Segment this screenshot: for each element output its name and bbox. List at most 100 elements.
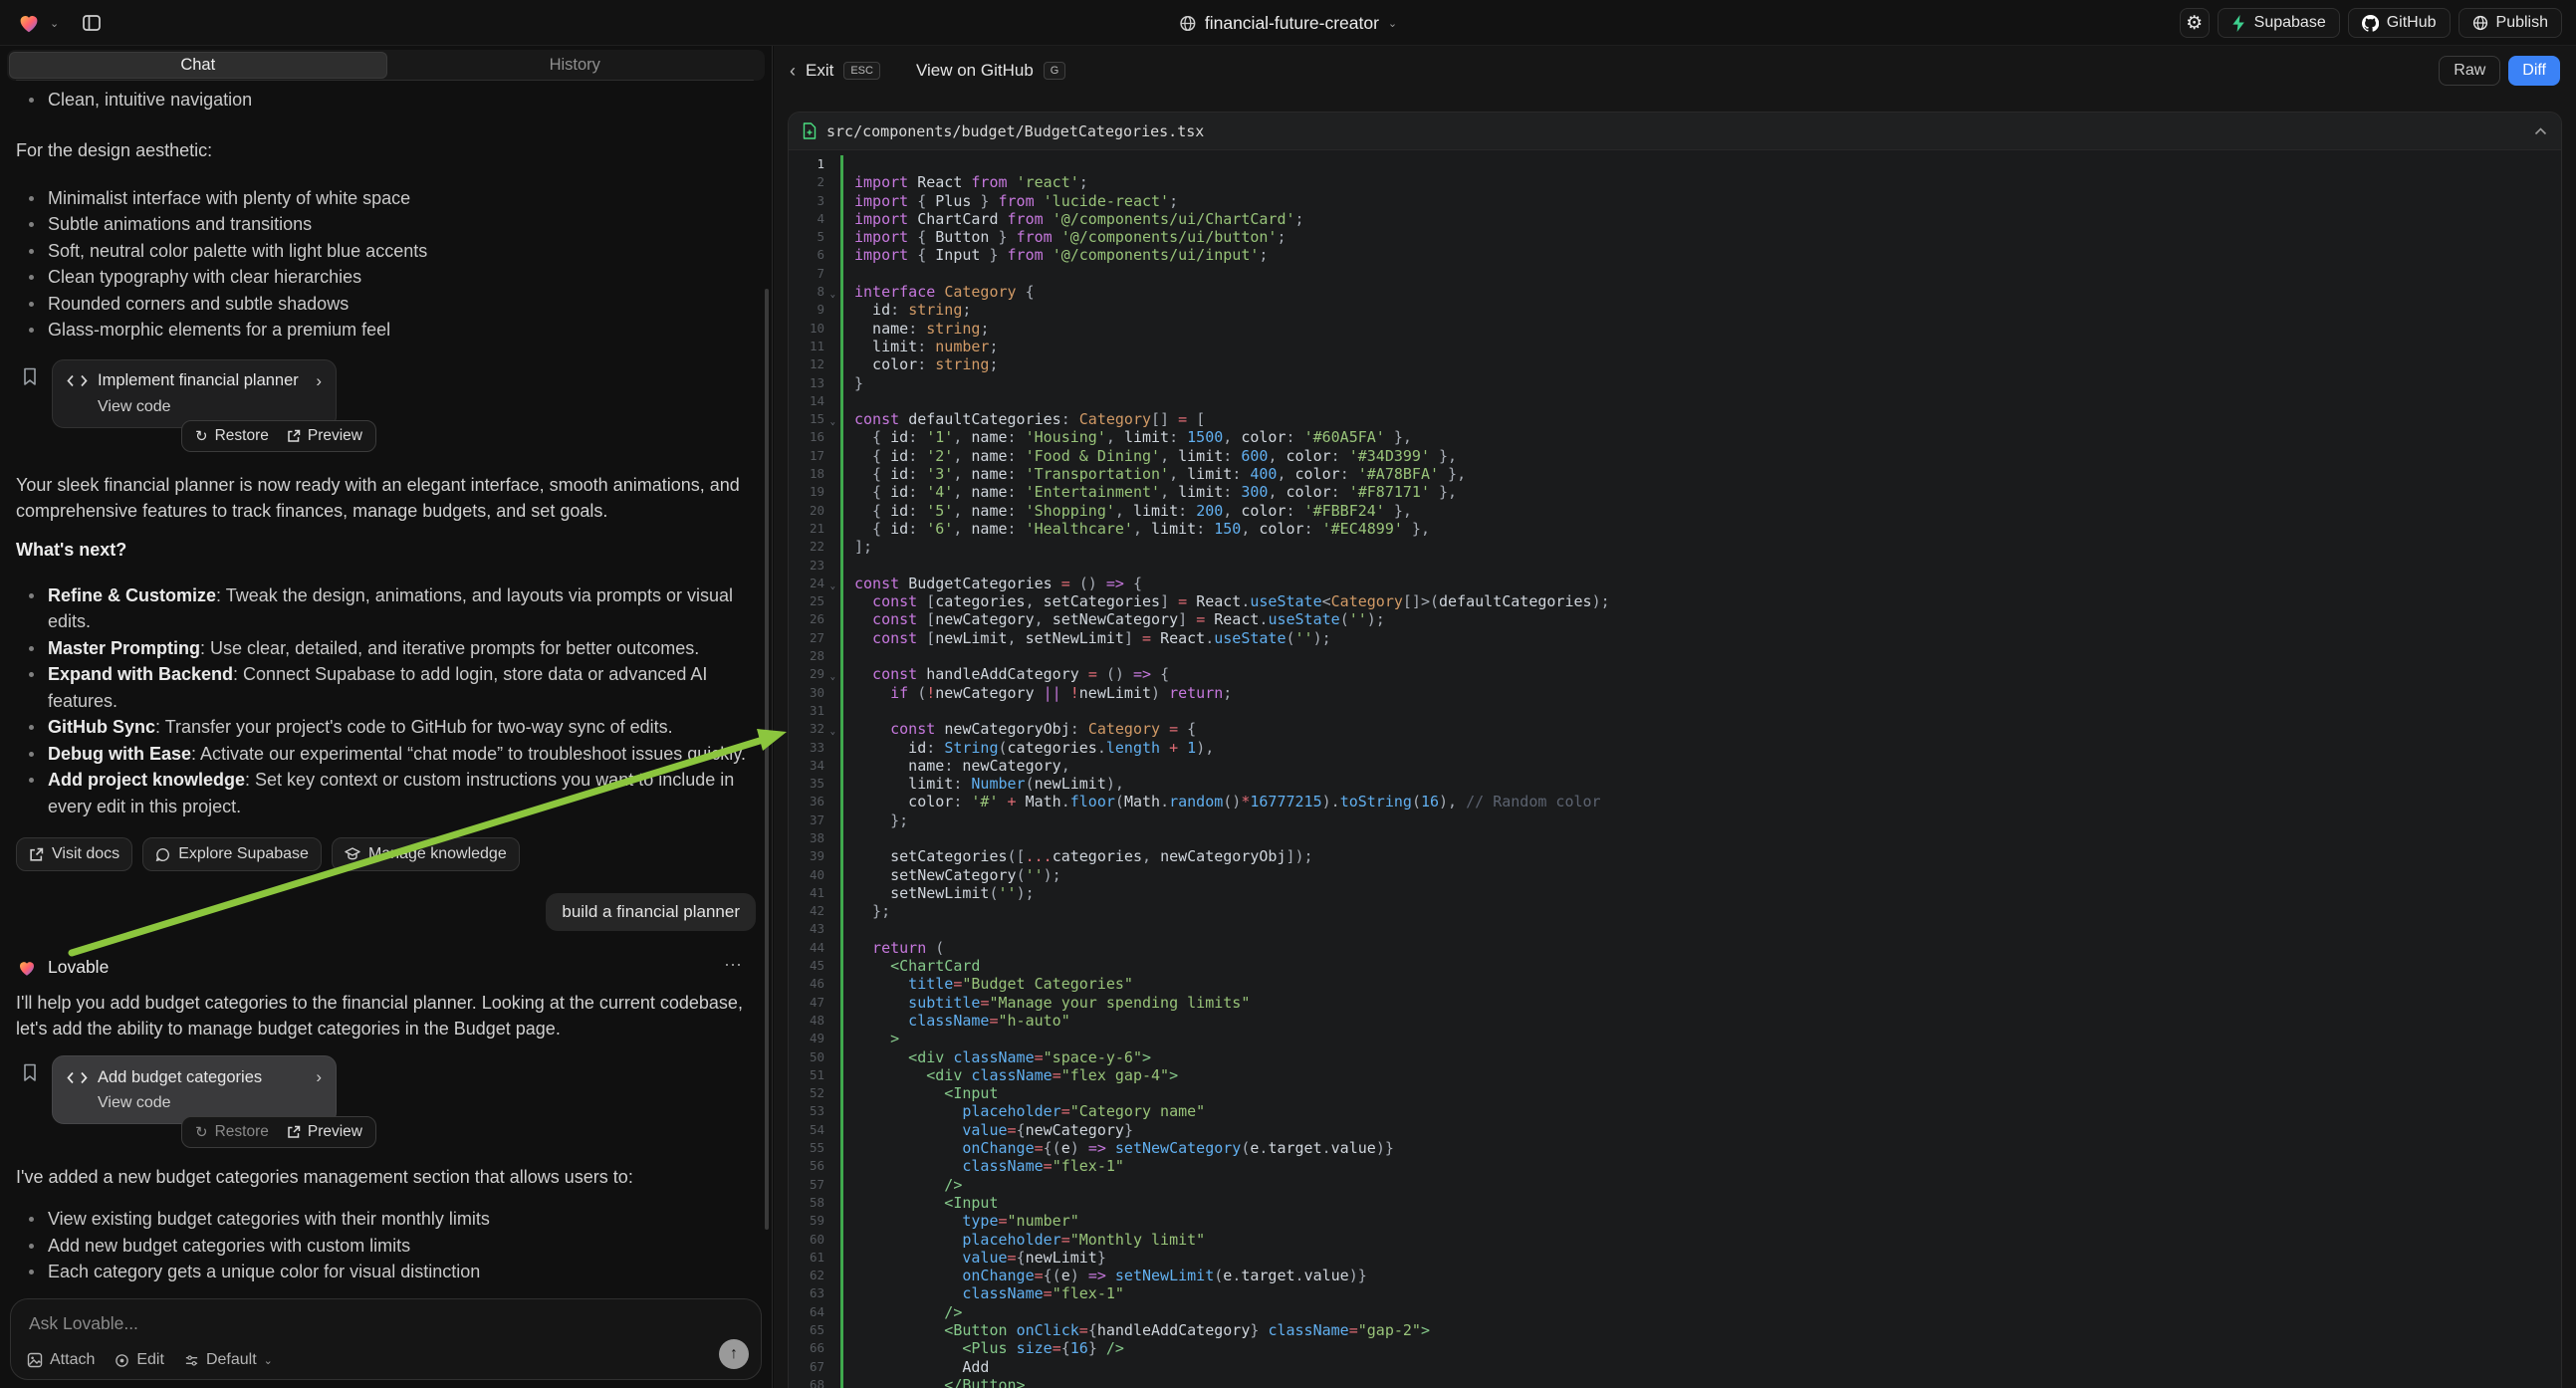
- line-number: 3: [789, 192, 824, 210]
- more-options-icon[interactable]: ⋯: [724, 955, 744, 976]
- code-text: [840, 557, 863, 575]
- line-number: 6: [789, 246, 824, 264]
- list-item: GitHub Sync: Transfer your project's cod…: [16, 714, 756, 741]
- github-button[interactable]: GitHub: [2348, 8, 2451, 38]
- exit-button[interactable]: Exit: [806, 61, 833, 81]
- preview-button[interactable]: Preview: [287, 1123, 362, 1141]
- line-number: 67: [789, 1358, 824, 1376]
- view-code-link[interactable]: View code: [98, 1094, 322, 1112]
- fold-chevron-icon[interactable]: ⌄: [830, 286, 835, 304]
- code-text: onChange={(e) => setNewCategory(e.target…: [840, 1139, 1394, 1157]
- line-number: 66: [789, 1339, 824, 1357]
- line-number: 25: [789, 592, 824, 610]
- code-line: 55 onChange={(e) => setNewCategory(e.tar…: [789, 1139, 2561, 1157]
- manage-knowledge-button[interactable]: Manage knowledge: [332, 837, 520, 871]
- line-number: 29⌄: [789, 665, 824, 683]
- implement-financial-planner-card[interactable]: Implement financial planner › View code: [52, 359, 337, 428]
- code-text: import { Plus } from 'lucide-react';: [840, 192, 1178, 210]
- diff-toggle-button[interactable]: Diff: [2508, 56, 2560, 86]
- publish-button[interactable]: Publish: [2459, 8, 2562, 38]
- line-number: 22: [789, 538, 824, 556]
- line-number: 18: [789, 465, 824, 483]
- explore-supabase-button[interactable]: Explore Supabase: [142, 837, 322, 871]
- gear-icon: ⚙: [2186, 14, 2203, 33]
- line-number: 49: [789, 1030, 824, 1047]
- supabase-button[interactable]: Supabase: [2218, 8, 2340, 38]
- view-on-github-button[interactable]: View on GitHub: [916, 61, 1034, 81]
- line-number: 36: [789, 793, 824, 810]
- code-line: 36 color: '#' + Math.floor(Math.random()…: [789, 793, 2561, 810]
- line-number: 7: [789, 265, 824, 283]
- bullet-dot: [29, 672, 34, 677]
- visit-docs-button[interactable]: Visit docs: [16, 837, 132, 871]
- edit-mode-button[interactable]: Edit: [115, 1351, 164, 1369]
- code-text: [840, 647, 863, 665]
- bullet-text: Clean typography with clear hierarchies: [48, 264, 361, 291]
- restore-button[interactable]: ↻Restore: [195, 427, 269, 445]
- line-number: 32⌄: [789, 720, 824, 738]
- fold-chevron-icon[interactable]: ⌄: [830, 668, 835, 686]
- logo-chevron-down-icon[interactable]: ⌄: [50, 17, 59, 30]
- tab-chat[interactable]: Chat: [9, 52, 387, 79]
- fold-chevron-icon[interactable]: ⌄: [830, 723, 835, 741]
- restore-button[interactable]: ↻Restore: [195, 1123, 269, 1141]
- code-line: 51 <div className="flex gap-4">: [789, 1066, 2561, 1084]
- fold-chevron-icon[interactable]: ⌄: [830, 578, 835, 595]
- code-line: 53 placeholder="Category name": [789, 1102, 2561, 1120]
- bookmark-icon[interactable]: [22, 1063, 38, 1082]
- code-text: [840, 702, 863, 720]
- line-number: 30: [789, 684, 824, 702]
- code-line: 56 className="flex-1": [789, 1157, 2561, 1175]
- github-label: GitHub: [2387, 14, 2437, 32]
- code-line: 24⌄const BudgetCategories = () => {: [789, 575, 2561, 592]
- code-text: className="flex-1": [840, 1157, 1124, 1175]
- line-number: 33: [789, 739, 824, 757]
- lovable-logo-icon[interactable]: [16, 11, 42, 35]
- view-code-link[interactable]: View code: [98, 398, 322, 416]
- code-line: 2import React from 'react';: [789, 173, 2561, 191]
- sidebar-toggle-icon[interactable]: [81, 12, 103, 34]
- file-card: src/components/budget/BudgetCategories.t…: [788, 112, 2562, 1388]
- chevron-down-icon: ⌄: [264, 1354, 273, 1367]
- settings-button[interactable]: ⚙: [2180, 8, 2210, 38]
- line-number: 19: [789, 483, 824, 501]
- line-number: 20: [789, 502, 824, 520]
- code-editor[interactable]: 1 2import React from 'react';3import { P…: [789, 150, 2561, 1388]
- code-text: name: newCategory,: [840, 757, 1070, 775]
- fold-chevron-icon[interactable]: ⌄: [830, 413, 835, 431]
- code-line: 35 limit: Number(newLimit),: [789, 775, 2561, 793]
- project-name: financial-future-creator: [1205, 13, 1379, 34]
- supabase-bolt-icon: [2231, 15, 2246, 32]
- add-budget-categories-card[interactable]: Add budget categories › View code: [52, 1055, 337, 1124]
- bullet-dot: [29, 98, 34, 103]
- supabase-label: Supabase: [2254, 14, 2326, 32]
- bookmark-icon[interactable]: [22, 367, 38, 386]
- code-line: 61 value={newLimit}: [789, 1249, 2561, 1267]
- list-item: Each category gets a unique color for vi…: [16, 1259, 756, 1285]
- project-switcher[interactable]: financial-future-creator ⌄: [1179, 0, 1397, 46]
- code-line: 57 />: [789, 1176, 2561, 1194]
- tab-history[interactable]: History: [387, 52, 764, 79]
- code-text: <div className="space-y-6">: [840, 1048, 1151, 1066]
- list-item: Expand with Backend: Connect Supabase to…: [16, 661, 756, 714]
- line-number: 27: [789, 629, 824, 647]
- code-line: 40 setNewCategory('');: [789, 866, 2561, 884]
- file-header[interactable]: src/components/budget/BudgetCategories.t…: [789, 113, 2561, 150]
- code-line: 29⌄ const handleAddCategory = () => {: [789, 665, 2561, 683]
- list-item: Clean, intuitive navigation: [16, 87, 756, 114]
- preview-button[interactable]: Preview: [287, 427, 362, 445]
- ask-lovable-input[interactable]: [29, 1313, 743, 1334]
- send-button[interactable]: ↑: [719, 1339, 749, 1369]
- code-text: value={newCategory}: [840, 1121, 1133, 1139]
- bullet-text: Add new budget categories with custom li…: [48, 1233, 410, 1260]
- raw-toggle-button[interactable]: Raw: [2439, 56, 2500, 86]
- code-text: { id: '5', name: 'Shopping', limit: 200,…: [840, 502, 1412, 520]
- code-text: className="flex-1": [840, 1284, 1124, 1302]
- list-item: Refine & Customize: Tweak the design, an…: [16, 582, 756, 635]
- code-panel: ‹ Exit ESC View on GitHub G Raw Diff src…: [774, 46, 2576, 1388]
- attach-button[interactable]: Attach: [27, 1351, 95, 1369]
- chat-bubble-icon: [155, 847, 170, 862]
- mode-selector[interactable]: Default ⌄: [184, 1351, 273, 1369]
- code-line: 64 />: [789, 1303, 2561, 1321]
- collapse-chevron-up-icon[interactable]: [2534, 127, 2547, 135]
